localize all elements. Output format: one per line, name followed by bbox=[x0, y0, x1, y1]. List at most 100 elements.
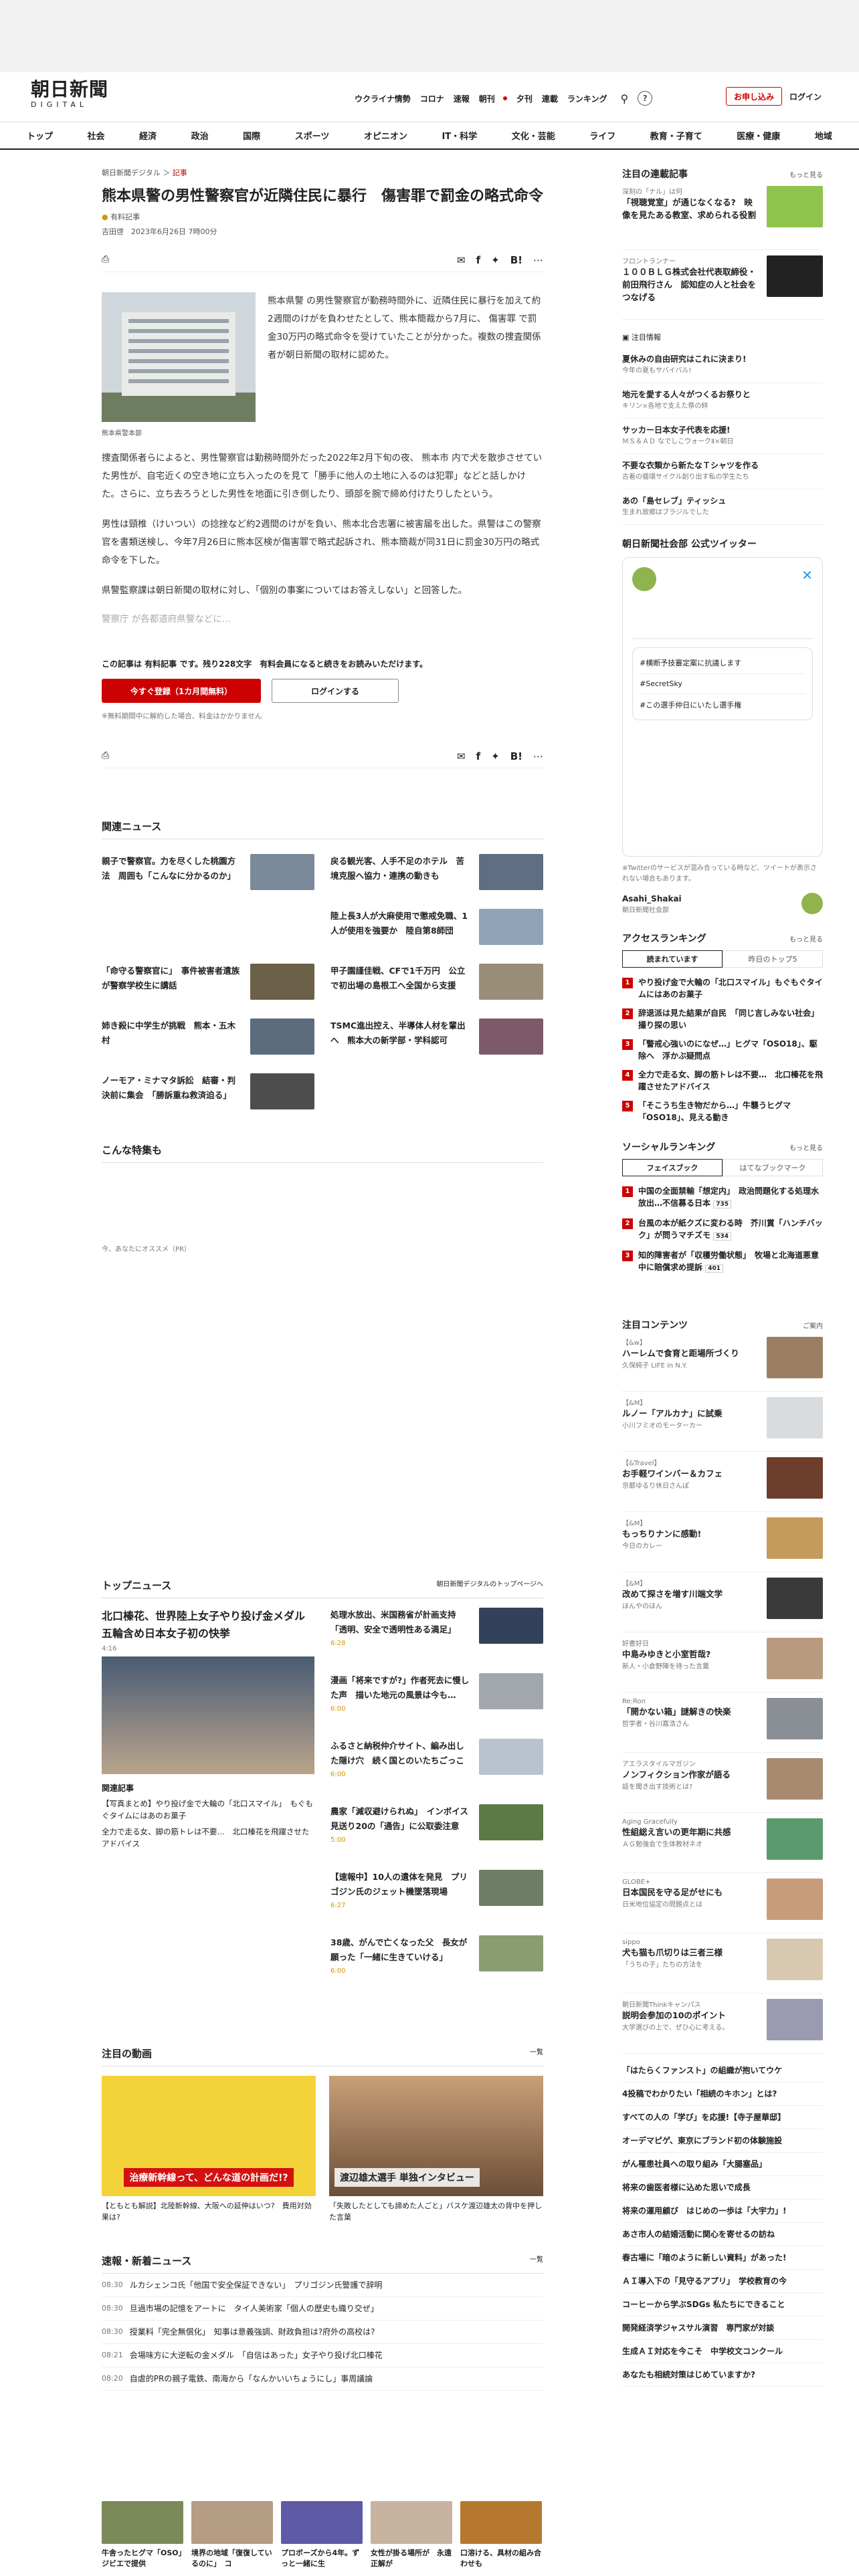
top-news-item[interactable]: 漫画「将来ですが?」作者死去に慢した声 描いた地元の風景は今も… 6:00 bbox=[330, 1673, 543, 1739]
promo-link[interactable]: 将来の運用顧び はじめの一歩は「大宇力」! bbox=[622, 2199, 823, 2223]
promo-link[interactable]: 生成ＡＩ対応を今こそ 中学校文コンクール bbox=[622, 2340, 823, 2363]
feature-item[interactable]: 境界の地域「復復しているのに」 コ bbox=[191, 2501, 273, 2569]
promo-link[interactable]: 将来の歯医者様に込めた思いで成長 bbox=[622, 2176, 823, 2199]
nav-item[interactable]: オピニオン bbox=[364, 129, 407, 142]
info-item[interactable]: 不要な衣類から新たなＴシャツを作る 古着の循環サイクル創り出す私の学生たち bbox=[622, 454, 823, 490]
breaking-item[interactable]: 08:30 旦過市場の記憶をアートに タイ人美術家「個人の歴史も織り交ぜ」 bbox=[102, 2297, 543, 2321]
mail-icon[interactable]: ✉ bbox=[457, 750, 466, 762]
video-item[interactable]: 治療新幹線って、どんな道の計画だ!? 【ともとも解説】北陸新幹線、大阪への延伸は… bbox=[102, 2076, 316, 2223]
breaking-more-link[interactable]: 一覧 bbox=[530, 2254, 543, 2268]
top-news-item[interactable]: 【速報中】10人の遺体を発見 プリゴジン氏のジェット機墜落現場 6:27 bbox=[330, 1870, 543, 1935]
more-icon[interactable]: ⋯ bbox=[533, 254, 543, 266]
nav-item[interactable]: 地域 bbox=[815, 129, 832, 142]
crumb-site[interactable]: 朝日新聞デジタル bbox=[102, 169, 161, 177]
related-item[interactable]: TSMC進出控え、半導体人材を輩出へ 熊本大の新学部・学科認可 bbox=[330, 1018, 543, 1055]
info-item[interactable]: サッカー日本女子代表を応援! ＭＳ＆ＡＤ なでしこウォークⅡ×朝日 bbox=[622, 419, 823, 454]
top-news-item[interactable]: 処理水放出、米国務省が計画支持 「透明、安全で透明性ある満足」 6:28 bbox=[330, 1608, 543, 1673]
search-icon[interactable]: ⚲ bbox=[620, 92, 628, 105]
breaking-item[interactable]: 08:30 ルカシェンコ氏「他国で安全保証できない」 プリゴジン氏警護で辞明 bbox=[102, 2274, 543, 2297]
help-icon[interactable]: ? bbox=[638, 91, 653, 106]
tweet-item[interactable]: #この選手仲日にいたし選手権 bbox=[640, 694, 805, 716]
hatena-icon[interactable]: B! bbox=[510, 750, 522, 762]
breaking-item[interactable]: 08:20 自虐的PRの親子電鉄、南海から「なんかいいちょうにし」事周議論 bbox=[102, 2367, 543, 2391]
rank-item[interactable]: 2 台風の本が紙クズに変わる時 芥川賞「ハンチバック」が問うマチズモ 534 bbox=[622, 1214, 823, 1246]
mail-icon[interactable]: ✉ bbox=[457, 254, 466, 266]
top-news-item[interactable]: 農家「減収避けられぬ」 インボイス見送り20の「通告」に公取委注意 5:00 bbox=[330, 1804, 543, 1870]
content-item[interactable]: GLOBE+ 日本国民を守る足がせにも 日米地位協定の問題点とは bbox=[622, 1873, 823, 1933]
content-item[interactable]: 【&w】 ハーレムで食育と距場所づくり 久保純子 LIFE in N.Y. bbox=[622, 1331, 823, 1392]
top-link[interactable]: 速報 bbox=[454, 93, 470, 104]
register-button[interactable]: 今すぐ登録（1カ月間無料） bbox=[102, 679, 261, 703]
tab-read[interactable]: 読まれています bbox=[622, 950, 723, 968]
promo-link[interactable]: がん罹患社員への取り組み「大腸塞品」 bbox=[622, 2153, 823, 2176]
tab-hatena[interactable]: はてなブックマーク bbox=[723, 1159, 823, 1176]
series-more-link[interactable]: もっと見る bbox=[789, 169, 823, 179]
rank-item[interactable]: 1 やり投げ金で大輪の「北口スマイル」もぐもぐタイムにはあのお菓子 bbox=[622, 973, 823, 1004]
series-item[interactable]: 深刻の「ナル」は何 「視聴覚室」が通じなくなる? 映像を見たある教室、求められる役… bbox=[622, 181, 823, 250]
facebook-icon[interactable]: f bbox=[476, 750, 481, 762]
promo-link[interactable]: コーヒーから学ぶSDGs 私たちにできること bbox=[622, 2293, 823, 2317]
content-item[interactable]: 朝日新聞Thinkキャンパス 説明会参加の10のポイント 大学選びの上で、ぜひ心に考… bbox=[622, 1994, 823, 2054]
related-item[interactable]: ノーモア・ミナマタ訴訟 結審・判決前に集会 「勝訴重ね救済迫る」 bbox=[102, 1073, 314, 1109]
social-more-link[interactable]: もっと見る bbox=[789, 1142, 823, 1152]
top-link[interactable]: 朝刊 bbox=[479, 93, 495, 104]
nav-item[interactable]: 教育・子育て bbox=[650, 129, 702, 142]
rank-item[interactable]: 1 中国の全面禁輸「想定内」 政治問題化する処理水放出…不信募る日本 735 bbox=[622, 1182, 823, 1214]
nav-item[interactable]: 政治 bbox=[191, 129, 209, 142]
content-item[interactable]: 【&M】 ルノー「アルカナ」に試乗 小川フミオのモーターカー bbox=[622, 1392, 823, 1452]
rank-item[interactable]: 3 知的障害者が「収穫労働状態」 牧場と北海道悪意中に賠償求め提訴 401 bbox=[622, 1246, 823, 1278]
related-item[interactable]: 陸上長3人が大麻使用で懲戒免職、1人が使用を強要か 陸自第8師団 bbox=[330, 909, 543, 945]
top-page-link[interactable]: 朝日新聞デジタルのトップページへ bbox=[436, 1578, 543, 1592]
breaking-item[interactable]: 08:21 会場味方に大逆転の金メダル 「自信はあった」女子やり投げ北口榛花 bbox=[102, 2344, 543, 2367]
access-more-link[interactable]: もっと見る bbox=[789, 934, 823, 944]
crumb-section[interactable]: 記事 bbox=[173, 169, 187, 177]
nav-item[interactable]: 社会 bbox=[88, 129, 105, 142]
lead-story[interactable]: 北口榛花、世界陸上女子やり投げ金メダル 五輪含め日本女子初の快挙 4:16 関連… bbox=[102, 1608, 316, 2001]
promo-link[interactable]: すべての人の「学び」を応援!【寺子屋華邸】 bbox=[622, 2106, 823, 2129]
promo-link[interactable]: 「はたらくファンスト」の組織が抱いてウケ bbox=[622, 2059, 823, 2082]
content-item[interactable]: 【&M】 改めて探さを増す川端文学 ほんやのほん bbox=[622, 1572, 823, 1632]
nav-item[interactable]: ライフ bbox=[589, 129, 615, 142]
related-item[interactable]: 「命守る警察官に」 事件被害者遺族が警察学校生に講話 bbox=[102, 964, 314, 1000]
promo-link[interactable]: 4投稿でわかりたい「相続のキホン」とは? bbox=[622, 2082, 823, 2106]
nav-item[interactable]: 医療・健康 bbox=[737, 129, 780, 142]
promo-link[interactable]: オーデマピゲ、東京にブランド初の体験施設 bbox=[622, 2129, 823, 2153]
related-item[interactable]: 姉き殺に中学生が挑戦 熊本・五木村 bbox=[102, 1018, 314, 1055]
top-link[interactable]: 夕刊 bbox=[516, 93, 533, 104]
twitter-embed[interactable]: ✕ #横断予技審定案に抗議します #SecretSky #この選手仲日にいたし選… bbox=[622, 557, 823, 857]
related-item[interactable]: 戻る観光客、人手不足のホテル 苦境克服へ協力・連携の動きも bbox=[330, 854, 543, 890]
rank-item[interactable]: 4 全力で走る女、脚の筋トレは不要… 北口榛花を飛躍させたアドバイス bbox=[622, 1065, 823, 1096]
promo-link[interactable]: ＡＩ導入下の「見守るアプリ」 学校教育の今 bbox=[622, 2270, 823, 2293]
tab-yesterday[interactable]: 昨日のトップ5 bbox=[723, 950, 823, 968]
twitter-account[interactable]: Asahi_Shakai 朝日新聞社会部 bbox=[622, 893, 823, 914]
content-item[interactable]: アエラスタイルマガジン ノンフィクション作家が語る 話を聞き出す技術とは? bbox=[622, 1753, 823, 1813]
login-link[interactable]: ログイン bbox=[789, 91, 822, 102]
nav-item[interactable]: IT・科学 bbox=[442, 129, 477, 142]
breaking-item[interactable]: 08:30 授業料「完全無償化」 知事は意義強調、財政負担は?府外の高校は? bbox=[102, 2321, 543, 2344]
top-news-item[interactable]: ふるさと納税仲介サイト、編み出した隠け穴 続く国とのいたちごっこ 6:00 bbox=[330, 1739, 543, 1804]
feature-item[interactable]: 口溶ける、具材の組み合わせも bbox=[460, 2501, 542, 2569]
content-item[interactable]: 好書好日 中島みゆきと小室哲哉? 新人・小倉野陣を待った言葉 bbox=[622, 1632, 823, 1693]
related-link[interactable]: 【写真まとめ】やり投げ金で大輪の「北口スマイル」 もぐもぐタイムにはあのお菓子 bbox=[102, 1798, 314, 1822]
twitter-icon[interactable]: ✦ bbox=[491, 750, 500, 762]
content-item[interactable]: 【&M】 もっちりナンに感動! 今日のカレー bbox=[622, 1512, 823, 1572]
series-item[interactable]: フロントランナー １００ＢＬＧ株式会社代表取締役・前田飛行さん 認知症の人と社会を… bbox=[622, 250, 823, 320]
content-item[interactable]: 【&Travel】 お手軽ワインバー＆カフェ 京都ゆるり休日さんぽ bbox=[622, 1452, 823, 1512]
site-logo[interactable]: 朝日新聞 DIGITAL bbox=[31, 79, 111, 110]
nav-item[interactable]: 国際 bbox=[243, 129, 260, 142]
twitter-icon[interactable]: ✦ bbox=[491, 254, 500, 266]
subscribe-button[interactable]: お申し込み bbox=[726, 87, 782, 106]
nav-item[interactable]: スポーツ bbox=[295, 129, 330, 142]
nav-item[interactable]: 文化・芸能 bbox=[512, 129, 555, 142]
print-icon[interactable]: ⎙ bbox=[102, 750, 109, 762]
facebook-icon[interactable]: f bbox=[476, 254, 481, 266]
login-button[interactable]: ログインする bbox=[272, 679, 399, 703]
related-item[interactable]: 甲子園謹佳戦、CFで1千万円 公立で初出場の島根工へ全国から支援 bbox=[330, 964, 543, 1000]
top-link[interactable]: コロナ bbox=[420, 93, 444, 104]
tweet-item[interactable]: #横断予技審定案に抗議します bbox=[640, 652, 805, 674]
rank-item[interactable]: 2 辞退派は見た結果が自民 「同じ言しみない社会」撮り探の思い bbox=[622, 1004, 823, 1035]
promo-link[interactable]: 開発経済学ジャスサル演習 専門家が対談 bbox=[622, 2317, 823, 2340]
info-item[interactable]: 夏休みの自由研究はこれに決まり! 今年の夏もサバイバル! bbox=[622, 348, 823, 383]
content-item[interactable]: sippo 犬も猫も爪切りは三者三様 「うちの子」たちの方法を bbox=[622, 1933, 823, 1994]
feature-item[interactable]: 牛舎ったヒグマ「OSO」 ジビエで提供 bbox=[102, 2501, 189, 2569]
